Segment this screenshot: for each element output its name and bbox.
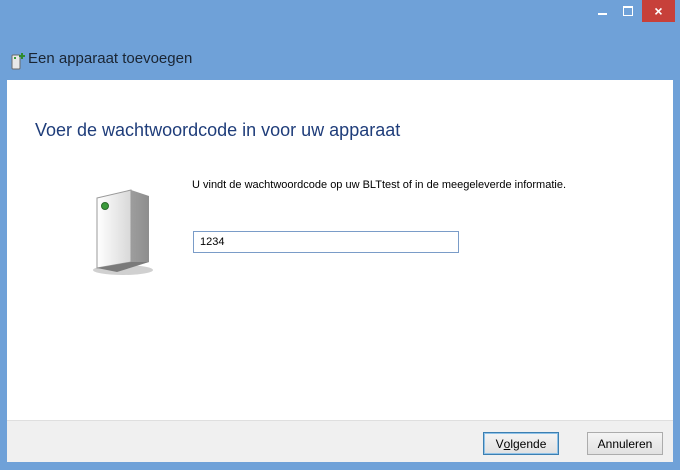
add-device-icon xyxy=(11,53,25,70)
cancel-button[interactable]: Annuleren xyxy=(587,432,663,455)
dialog-window: × Een apparaat toevoegen Voer de wachtwo… xyxy=(0,0,680,470)
next-button-label-suffix: lgende xyxy=(510,436,547,451)
maximize-icon xyxy=(623,6,633,16)
button-bar: Vo lgende Annuleren xyxy=(7,420,673,462)
passcode-input[interactable] xyxy=(193,231,459,253)
title-bar[interactable]: × xyxy=(0,0,680,34)
dialog-title: Een apparaat toevoegen xyxy=(28,50,193,67)
instruction-text: U vindt de wachtwoordcode op uw BLTtest … xyxy=(192,179,566,191)
maximize-button[interactable] xyxy=(615,0,641,22)
next-button-accesskey: o xyxy=(503,436,511,451)
device-tower-icon xyxy=(93,189,153,275)
next-button-label-prefix: V xyxy=(495,436,504,451)
content-panel: Voer de wachtwoordcode in voor uw appara… xyxy=(7,80,673,420)
close-button[interactable]: × xyxy=(642,0,675,22)
minimize-icon xyxy=(597,13,607,15)
dialog-header: Een apparaat toevoegen xyxy=(0,34,680,80)
page-title: Voer de wachtwoordcode in voor uw appara… xyxy=(35,120,401,140)
close-icon: × xyxy=(654,3,663,19)
minimize-button[interactable] xyxy=(589,0,615,22)
next-button[interactable]: Vo lgende xyxy=(483,432,559,455)
